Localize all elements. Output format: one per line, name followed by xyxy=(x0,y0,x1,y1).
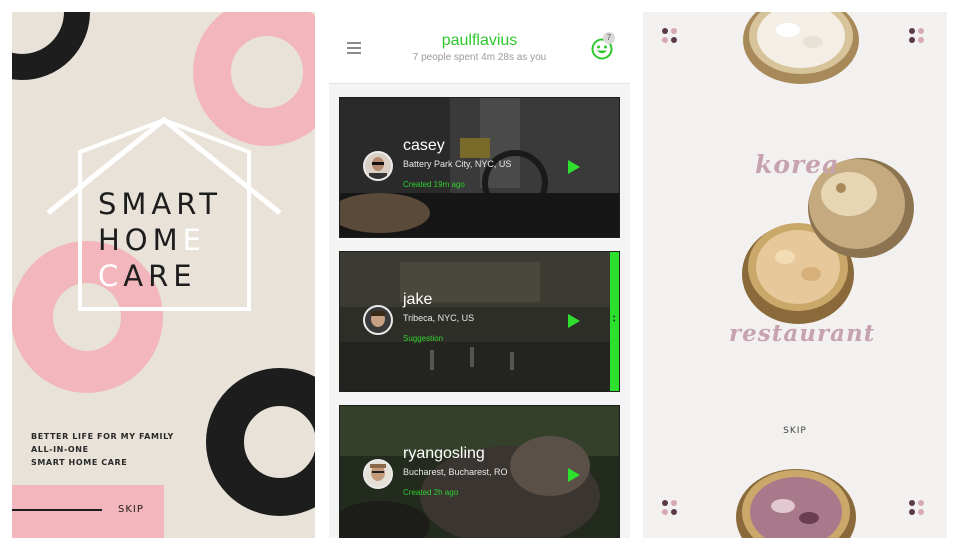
food-illustrations xyxy=(662,12,924,538)
card-location: Bucharest, Bucharest, RO xyxy=(403,467,508,477)
screenshot-collage: SMART HOME CARE BETTER LIFE FOR MY FAMIL… xyxy=(0,0,960,550)
notification-badge: 7 xyxy=(603,32,615,44)
card-meta: Created 2h ago xyxy=(403,488,459,497)
rice-bowl-top xyxy=(743,12,859,84)
card-username: jake xyxy=(403,291,433,308)
avatar xyxy=(363,459,393,489)
restaurant-title: restaurant xyxy=(729,320,876,347)
dots-icon-bottom-left xyxy=(662,500,677,515)
tagline-line-2: ALL-IN-ONE xyxy=(31,445,89,454)
dots-icon-top-left xyxy=(662,28,677,43)
tagline-line-1: BETTER LIFE FOR MY FAMILY xyxy=(31,432,174,441)
feed-card[interactable]: jake Tribeca, NYC, US Suggestion • • xyxy=(339,251,620,392)
card-location: Battery Park City, NYC, US xyxy=(403,159,512,169)
more-dots-icon[interactable]: • • xyxy=(613,314,617,325)
smart-home-intro-screen: SMART HOME CARE BETTER LIFE FOR MY FAMIL… xyxy=(12,12,315,538)
rice-bowl-bottom xyxy=(736,469,856,538)
feed-card[interactable]: casey Battery Park City, NYC, US Created… xyxy=(339,97,620,238)
play-icon[interactable] xyxy=(568,160,580,174)
username: paulflavius xyxy=(441,32,518,49)
tagline-line-3: SMART HOME CARE xyxy=(31,458,128,467)
korea-restaurant-screen: korea restaurant SKIP xyxy=(643,12,947,538)
top-bar: paulflavius 7 people spent 4m 28s as you… xyxy=(329,12,630,84)
title-line-3-dark: ARE xyxy=(123,259,197,293)
feed-screen: paulflavius 7 people spent 4m 28s as you… xyxy=(329,12,630,538)
tagline: BETTER LIFE FOR MY FAMILY ALL-IN-ONE SMA… xyxy=(31,430,174,469)
black-ring-bottom xyxy=(206,368,315,516)
card-meta: Suggestion xyxy=(403,334,444,343)
pink-ring-top xyxy=(193,12,315,146)
skip-divider xyxy=(12,509,102,511)
skip-button[interactable]: SKIP xyxy=(118,504,144,515)
title-line-2-dark: HOM xyxy=(98,223,183,257)
card-location: Tribeca, NYC, US xyxy=(403,313,475,323)
dots-icon-bottom-right xyxy=(909,500,924,515)
play-icon[interactable] xyxy=(568,314,580,328)
title-line-2: HOME xyxy=(98,223,238,257)
black-ring-top xyxy=(12,12,90,80)
feed-card[interactable]: ryangosling Bucharest, Bucharest, RO Cre… xyxy=(339,405,620,538)
dots-icon-top-right xyxy=(909,28,924,43)
title-line-3: CARE xyxy=(98,259,238,293)
skip-button[interactable]: SKIP xyxy=(643,426,947,436)
korea-title: korea xyxy=(755,150,840,179)
card-username: ryangosling xyxy=(403,445,485,462)
play-icon[interactable] xyxy=(568,468,580,482)
card-meta: Created 19m ago xyxy=(403,180,465,189)
title-line-1: SMART xyxy=(98,187,223,221)
avatar xyxy=(363,151,393,181)
title-line-2-light: E xyxy=(182,223,206,257)
usage-stats: 7 people spent 4m 28s as you xyxy=(412,52,547,63)
title-line-3-light: C xyxy=(98,259,124,293)
avatar xyxy=(363,305,393,335)
card-username: casey xyxy=(403,137,445,154)
